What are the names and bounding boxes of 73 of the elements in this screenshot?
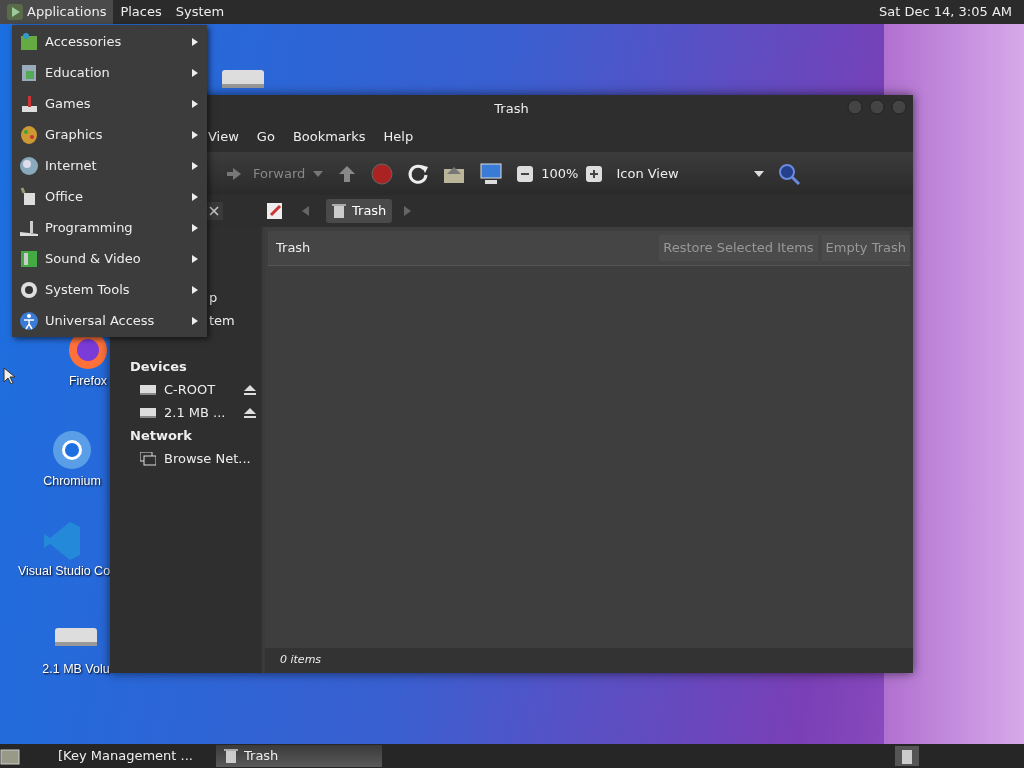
submenu-arrow-icon [191,160,199,171]
submenu-arrow-icon [191,129,199,140]
eject-icon[interactable] [244,406,256,419]
palette-icon [20,124,38,145]
arrow-left-icon[interactable] [302,206,310,216]
menu-entry[interactable]: System Tools [12,274,207,305]
menu-entry[interactable]: Graphics [12,119,207,150]
drive-icon [222,70,264,88]
menu-item[interactable]: Help [375,127,422,147]
submenu-arrow-icon [191,315,199,326]
icon-label[interactable]: Chromium [43,472,101,491]
network-icon [140,451,156,466]
zoom-level: 100% [541,164,579,183]
menu-entry[interactable]: Education [12,57,207,88]
submenu-arrow-icon [191,191,199,202]
view-mode-dropdown[interactable]: Icon View [616,163,764,184]
play-icon [7,4,23,20]
menu-item[interactable]: Go [248,127,283,147]
menu-item[interactable]: Bookmarks [284,127,374,147]
sidebar-heading: Network [129,426,193,445]
status-text: 0 items [280,652,322,669]
eject-icon[interactable] [244,383,256,396]
icon-label[interactable]: Visual Studio Co [17,562,111,581]
zoom-in-icon[interactable] [586,165,603,182]
submenu-arrow-icon [191,222,199,233]
menu-entry[interactable]: Accessories [12,26,207,57]
trash-icon [332,203,346,219]
caret-icon [753,170,764,177]
clock[interactable]: Sat Dec 14, 3:05 AM [879,2,1024,22]
panel-menu[interactable]: System [168,0,232,24]
sidebar-item[interactable]: Browse Net... [140,448,251,469]
submenu-arrow-icon [191,98,199,109]
window-title: Trash [494,99,529,118]
sidebar-heading: Devices [129,357,188,376]
reload-icon[interactable] [407,162,430,185]
mouse-pointer-icon [3,367,15,385]
gear-icon [20,279,38,300]
taskbar-button[interactable]: Trash [216,745,382,767]
sidebar-item[interactable]: C-ROOT [140,379,238,400]
person-icon [20,310,38,331]
menu-entry[interactable]: Programming [12,212,207,243]
search-icon[interactable] [777,162,800,185]
arrow-up-icon[interactable] [337,163,358,184]
drive-icon [140,406,156,419]
panel-menu[interactable]: Applications [0,0,114,24]
drive-icon [140,383,156,396]
path-crumb[interactable]: Trash [326,199,393,223]
menu-entry[interactable]: Office [12,181,207,212]
sidebar-item[interactable]: 2.1 MB ... [140,402,238,423]
computer-icon[interactable] [479,162,504,185]
info-bar-title: Trash [276,239,311,258]
zoom-out-icon[interactable] [517,165,534,182]
trash-icon [224,748,238,764]
trash-icon[interactable] [895,746,919,766]
caret-icon [313,170,324,177]
edit-icon[interactable] [266,202,284,220]
arrow-right-icon[interactable] [404,206,413,216]
submenu-arrow-icon [191,284,199,295]
menu-entry[interactable]: Universal Access [12,305,207,336]
menu-entry[interactable]: Internet [12,150,207,181]
icon-label[interactable]: Firefox [68,372,108,391]
menu-entry[interactable]: Games [12,88,207,119]
menu-entry[interactable]: Sound & Video [12,243,207,274]
panel-menu[interactable]: Places [113,0,169,24]
submenu-arrow-icon [191,36,199,47]
submenu-arrow-icon [191,67,199,78]
show-desktop-icon[interactable] [0,747,20,765]
icon-label[interactable]: 2.1 MB Volu [42,660,110,679]
taskbar-button[interactable]: [Key Management ... [50,745,216,767]
globe-icon [20,155,38,176]
drive-icon [55,628,97,646]
submenu-arrow-icon [191,253,199,264]
joystick-icon [20,93,38,114]
